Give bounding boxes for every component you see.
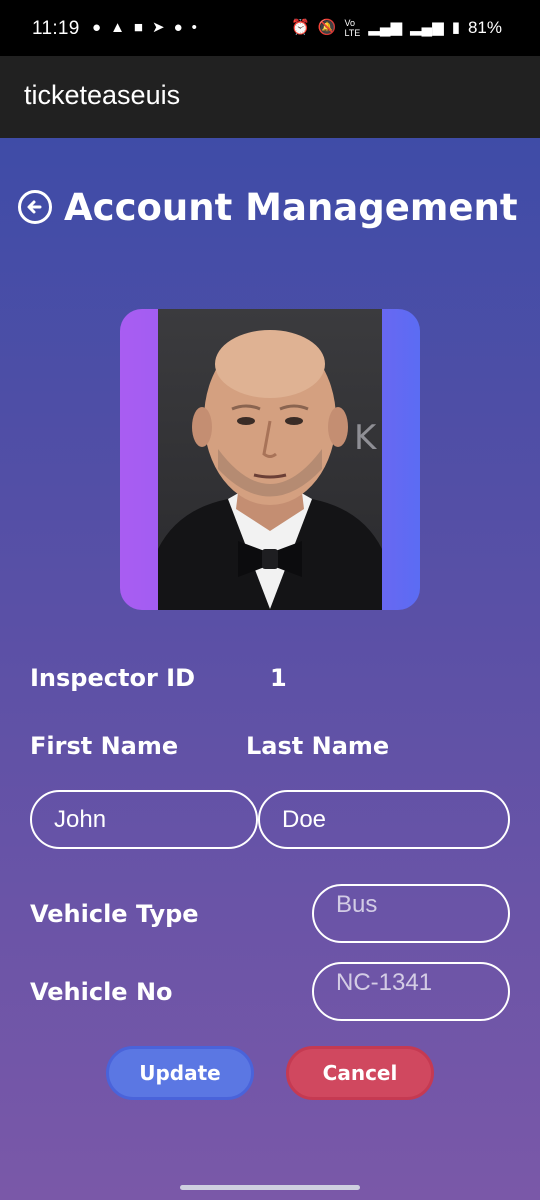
- teams-icon: ■: [133, 19, 143, 36]
- last-name-label: Last Name: [246, 732, 390, 760]
- inspector-id-label: Inspector ID: [30, 664, 195, 692]
- back-button[interactable]: [18, 190, 52, 224]
- app-bar: ticketeaseuis: [0, 56, 540, 138]
- first-name-label: First Name: [30, 732, 179, 760]
- main-content: Account Management K Inspector ID 1 Firs…: [0, 138, 540, 1200]
- app-title: ticketeaseuis: [24, 80, 181, 110]
- status-bar: 11:19 ● ▲ ■ ➤ ● • ⏰ 🔕 Vo LTE ▂▄▆ ▂▄▆ ▮ 81…: [0, 0, 540, 56]
- update-button[interactable]: Update: [106, 1046, 254, 1100]
- vehicle-no-label: Vehicle No: [30, 978, 173, 1006]
- battery-icon: ▮: [451, 19, 460, 36]
- arrow-left-circle-icon: [27, 200, 42, 214]
- inspector-id-value: 1: [270, 664, 287, 692]
- telegram-icon: ➤: [151, 19, 165, 36]
- person-portrait-icon: K: [158, 330, 382, 610]
- volte-icon: Vo LTE: [344, 18, 361, 38]
- first-name-input[interactable]: [30, 790, 258, 849]
- last-name-input[interactable]: [258, 790, 510, 849]
- vehicle-type-input[interactable]: [312, 884, 510, 943]
- screen: 11:19 ● ▲ ■ ➤ ● • ⏰ 🔕 Vo LTE ▂▄▆ ▂▄▆ ▮ 81…: [0, 0, 540, 1200]
- vehicle-type-label: Vehicle Type: [30, 900, 199, 928]
- profile-photo-frame: K: [120, 309, 420, 610]
- snapchat-icon: ▲: [110, 19, 125, 36]
- battery-percent: 81%: [467, 18, 502, 37]
- signal-4g-icon: ▂▄▆: [368, 19, 402, 36]
- page-title: Account Management: [64, 186, 518, 229]
- status-time: 11:19: [32, 18, 80, 39]
- mute-icon: 🔕: [317, 19, 337, 36]
- profile-photo[interactable]: K: [158, 309, 382, 610]
- system-icons: ⏰ 🔕 Vo LTE ▂▄▆ ▂▄▆ ▮ 81%: [291, 18, 502, 38]
- facebook-icon: ●: [173, 19, 183, 36]
- svg-text:K: K: [354, 418, 378, 458]
- alarm-icon: ⏰: [291, 19, 310, 36]
- more-dot-icon: •: [191, 19, 197, 36]
- chat-bubble-icon: ●: [92, 19, 102, 36]
- vehicle-no-input[interactable]: [312, 962, 510, 1021]
- notification-icons: ● ▲ ■ ➤ ● •: [92, 18, 197, 38]
- home-indicator[interactable]: [180, 1185, 360, 1190]
- cancel-button[interactable]: Cancel: [286, 1046, 434, 1100]
- signal-icon: ▂▄▆: [410, 19, 444, 36]
